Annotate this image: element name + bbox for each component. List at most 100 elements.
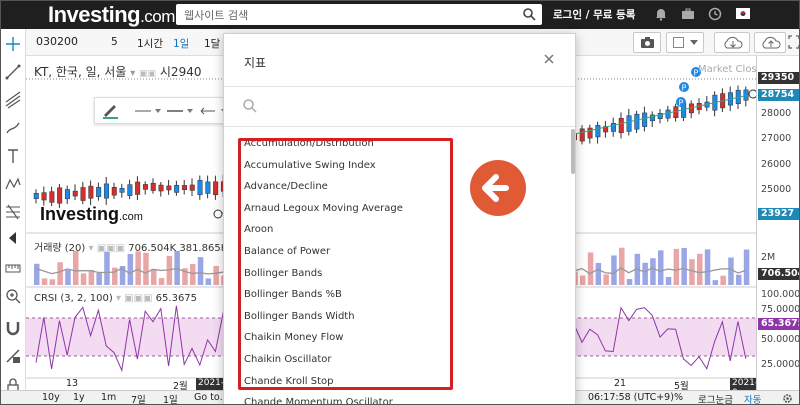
trendline-icon[interactable]: [4, 63, 22, 81]
text-icon[interactable]: [4, 147, 22, 165]
pencil-icon[interactable]: [101, 101, 119, 119]
range-1d[interactable]: 1일: [163, 392, 178, 405]
timeframe-5[interactable]: 5: [111, 36, 118, 48]
candle-body: [111, 187, 117, 196]
rsi-tag: 65.3675: [758, 318, 800, 330]
event-marker-p1[interactable]: P: [679, 82, 689, 93]
volume-legend-text: 거래량 (20): [34, 243, 86, 254]
highlight-box: [238, 138, 453, 390]
cloud-download-icon: [724, 36, 743, 49]
measure-icon[interactable]: [4, 259, 22, 277]
price-tag-close: 29350: [758, 72, 800, 84]
log-scale-toggle[interactable]: 로그눈금: [698, 392, 733, 405]
timeframe-1h[interactable]: 1시간: [137, 36, 163, 51]
range-7d[interactable]: 7일: [131, 392, 146, 405]
price-tick: 26000: [761, 159, 792, 170]
symbol-input[interactable]: 030200: [32, 32, 102, 52]
gear-icon[interactable]: [782, 393, 793, 404]
legend-settings-icons[interactable]: ▣▣: [139, 69, 156, 79]
range-1y[interactable]: 1y: [73, 392, 85, 403]
trendline-handle-start[interactable]: [213, 209, 223, 219]
search-placeholder: 웹사이트 검색: [184, 9, 249, 22]
volume-bar: [697, 253, 703, 285]
briefcase-icon[interactable]: [681, 7, 695, 21]
volume-tick: 2M: [761, 252, 776, 263]
search-icon[interactable]: [242, 98, 258, 114]
volume-bar: [57, 262, 63, 285]
volume-legend-icons[interactable]: ▾ ▣▣▣: [89, 243, 126, 254]
flag-icon[interactable]: [736, 8, 750, 19]
line-width-select[interactable]: [167, 107, 195, 115]
magnet-icon[interactable]: [4, 319, 22, 337]
fib-icon[interactable]: [4, 203, 22, 221]
candle-body: [127, 184, 133, 196]
dialog-scrollbar[interactable]: [571, 129, 575, 174]
trendline-handle-end[interactable]: [748, 89, 756, 99]
svg-text:P: P: [682, 84, 687, 93]
candle-body: [205, 181, 211, 194]
zoom-in-icon[interactable]: [4, 287, 22, 305]
close-icon[interactable]: [542, 52, 556, 66]
main-legend-extra: 시2940: [159, 65, 202, 79]
volume-bar: [158, 278, 165, 285]
arrow-callout: [470, 160, 526, 216]
line-style-select[interactable]: [135, 107, 163, 115]
pitchfork-icon[interactable]: [4, 91, 22, 109]
volume-bar: [650, 258, 656, 285]
candle-body: [158, 184, 164, 192]
candle-body: [189, 184, 195, 191]
cloud-download-button[interactable]: [714, 32, 750, 53]
range-10y[interactable]: 10y: [42, 392, 60, 403]
candle-body: [80, 187, 86, 201]
clock-icon[interactable]: [708, 7, 722, 21]
range-1m[interactable]: 1m: [101, 392, 116, 403]
brush-icon[interactable]: [4, 119, 22, 137]
camera-icon: [641, 37, 654, 48]
candle-body: [197, 179, 203, 196]
drawing-toolbar: [0, 29, 26, 405]
candle-body: [626, 115, 632, 132]
percent-toggle[interactable]: %: [674, 392, 683, 403]
timeframe-1d[interactable]: 1일: [173, 36, 189, 51]
fullscreen-icon[interactable]: [788, 35, 800, 49]
candle-body: [213, 181, 219, 196]
login-register-link[interactable]: 로그인 / 무료 등록: [553, 7, 635, 22]
volume-bar: [580, 275, 586, 285]
indicator-item[interactable]: Chande Momentum Oscillator: [244, 396, 403, 404]
main-legend: KT, 한국, 일, 서울 ▾ ▣▣ 시2940: [34, 63, 201, 80]
rsi-legend-icons[interactable]: ▾ ▣▣▣: [116, 293, 153, 304]
volume-bar: [213, 265, 219, 285]
investing-logo[interactable]: Investing.com: [48, 2, 175, 28]
price-axis[interactable]: 29350 28754 28000 27000 26000 25000 2392…: [756, 56, 800, 390]
volume-bar: [127, 254, 134, 285]
cloud-upload-button[interactable]: [754, 32, 786, 53]
main-legend-text: KT, 한국, 일, 서울: [34, 65, 127, 79]
volume-bar: [73, 250, 79, 285]
arrow-left-icon[interactable]: [4, 229, 22, 247]
svg-text:P: P: [679, 99, 684, 108]
search-icon[interactable]: [522, 7, 536, 21]
pattern-icon[interactable]: [4, 175, 22, 193]
candle-body: [72, 190, 78, 197]
price-tick: 27000: [761, 133, 792, 144]
volume-bar: [41, 278, 48, 285]
snapshot-button[interactable]: [633, 32, 661, 53]
candle-body: [96, 186, 102, 197]
volume-bar: [151, 268, 157, 285]
color-select[interactable]: [666, 32, 704, 53]
dialog-divider: [224, 126, 575, 127]
clock-display: 06:17:58 (UTC+9): [588, 392, 674, 403]
timeframe-1mo[interactable]: 1달: [204, 36, 220, 51]
rsi-tick: 25.0000: [761, 359, 800, 370]
legend-chevron[interactable]: ▾: [130, 68, 135, 79]
chevron-down-icon: [690, 40, 698, 45]
volume-bar: [49, 279, 56, 285]
auto-scale-toggle[interactable]: 자동: [744, 392, 761, 405]
site-search-input[interactable]: 웹사이트 검색: [176, 4, 542, 25]
candle-body: [665, 109, 671, 119]
bell-icon[interactable]: [654, 7, 668, 21]
volume-bar: [135, 251, 141, 285]
crosshair-icon[interactable]: [4, 35, 22, 53]
lock-drawing-icon[interactable]: [4, 347, 22, 365]
volume-bar: [143, 252, 149, 285]
